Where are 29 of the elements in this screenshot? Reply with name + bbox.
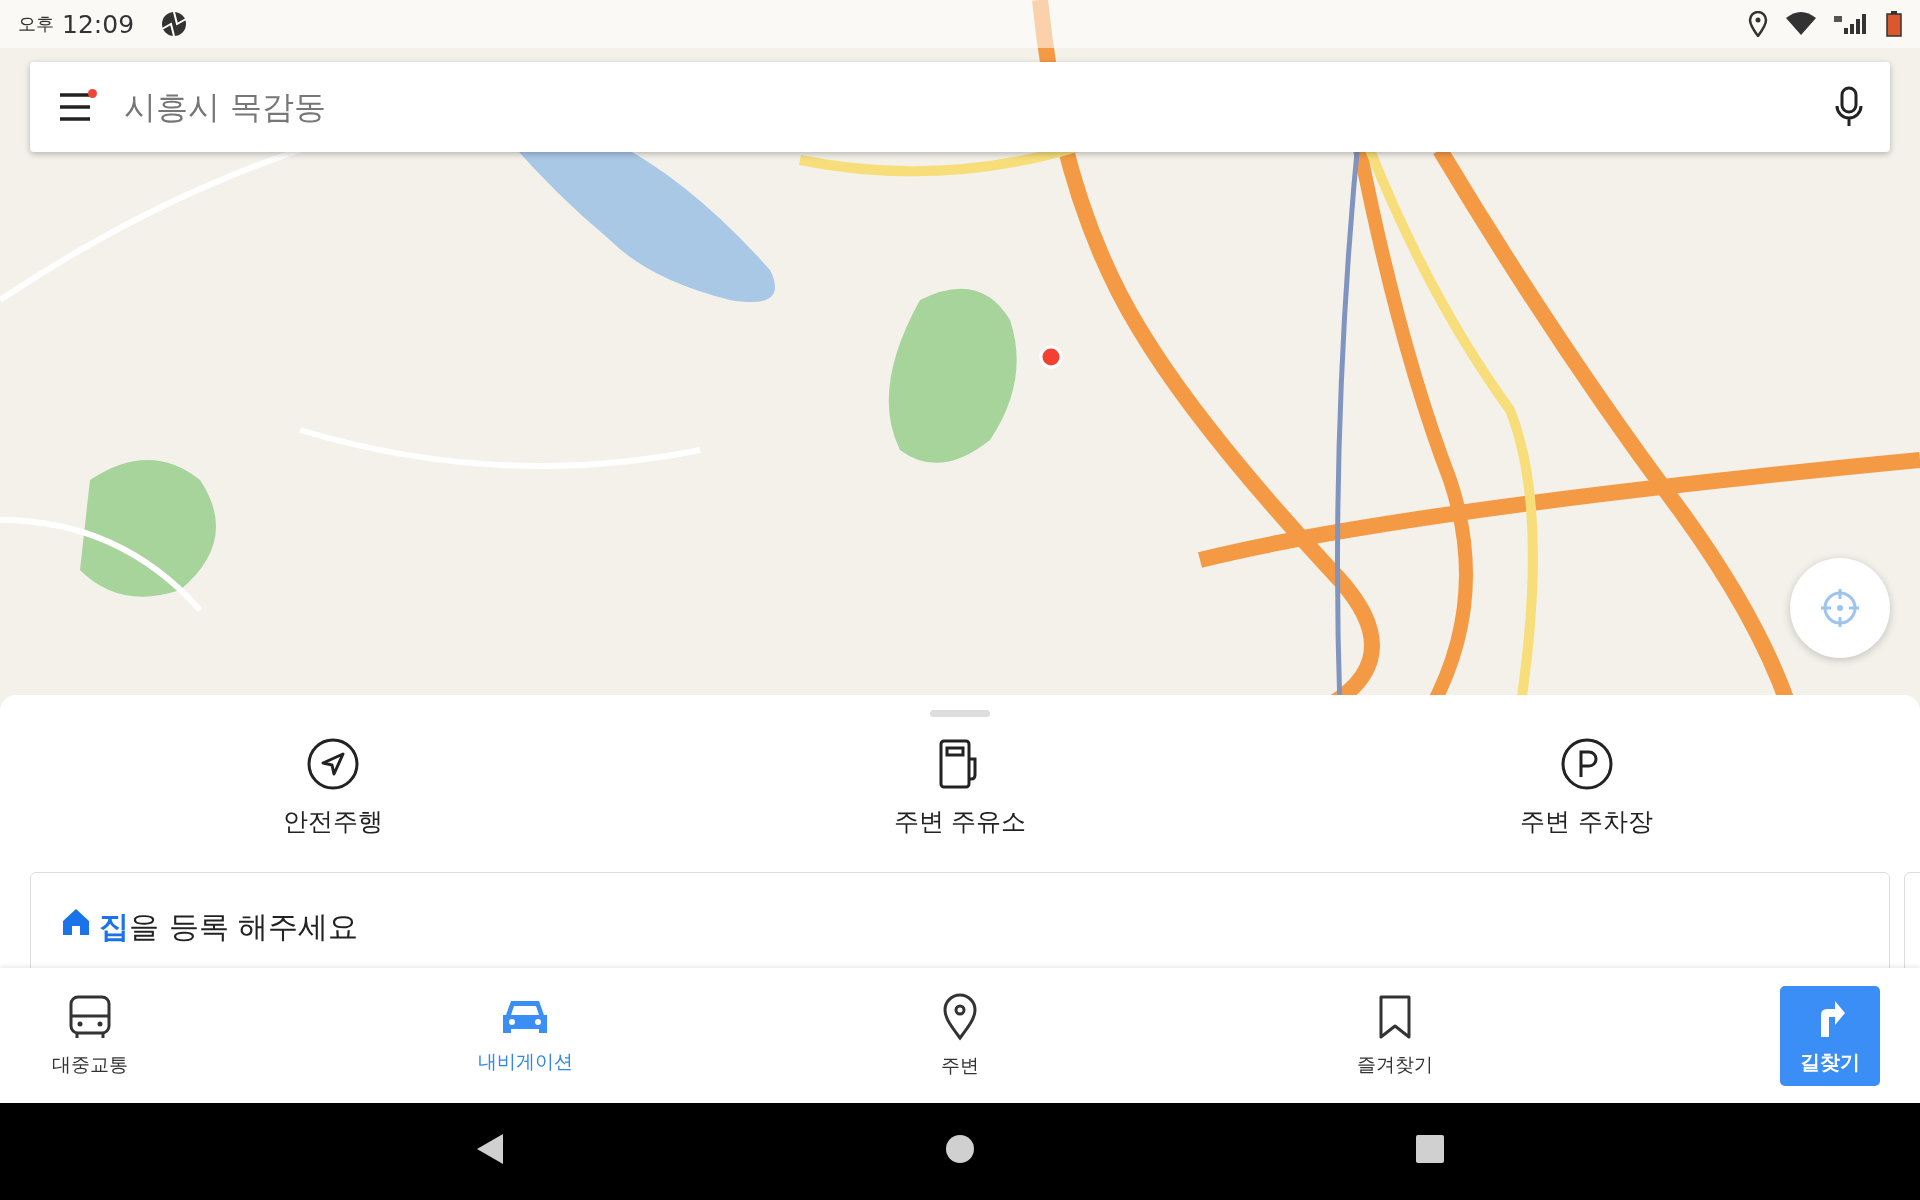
quick-action[interactable]: 주변 주차장 xyxy=(1273,737,1900,838)
crosshair-icon xyxy=(1819,587,1861,629)
bookmark-icon xyxy=(1378,993,1412,1040)
microphone-icon[interactable] xyxy=(1834,86,1864,128)
location-icon xyxy=(1748,11,1768,37)
recent-apps-icon[interactable] xyxy=(1415,1133,1445,1164)
menu-button[interactable] xyxy=(58,92,94,122)
search-field[interactable]: 시흥시 목감동 xyxy=(122,87,1806,127)
nav-tab[interactable]: 즐겨찾기 xyxy=(1305,980,1485,1091)
quick-action[interactable]: 안전주행 xyxy=(20,737,647,838)
home-button-icon[interactable] xyxy=(945,1133,975,1164)
battery-icon xyxy=(1886,11,1902,37)
quick-action[interactable]: 주변 주유소 xyxy=(646,737,1274,838)
parking-icon xyxy=(1559,737,1614,791)
time-period: 오후 xyxy=(18,12,54,36)
back-icon[interactable] xyxy=(475,1131,505,1166)
nav-tab[interactable]: 내비게이션 xyxy=(435,980,615,1091)
aperture-icon xyxy=(160,10,189,38)
search-bar[interactable]: 시흥시 목감동 xyxy=(30,62,1890,152)
bus-icon xyxy=(68,993,112,1040)
home-register-prompt: 집을 등록 해주세요 xyxy=(99,908,359,946)
nav-tab[interactable]: 대중교통 xyxy=(0,980,180,1091)
cellular-signal-icon xyxy=(1834,12,1868,36)
map-pin-icon xyxy=(941,992,979,1041)
wifi-icon xyxy=(1786,12,1816,36)
nav-tab[interactable]: 주변 xyxy=(870,980,1050,1091)
clock-time: 12:09 xyxy=(62,9,135,39)
home-icon xyxy=(61,907,91,937)
drag-handle[interactable] xyxy=(930,710,990,717)
